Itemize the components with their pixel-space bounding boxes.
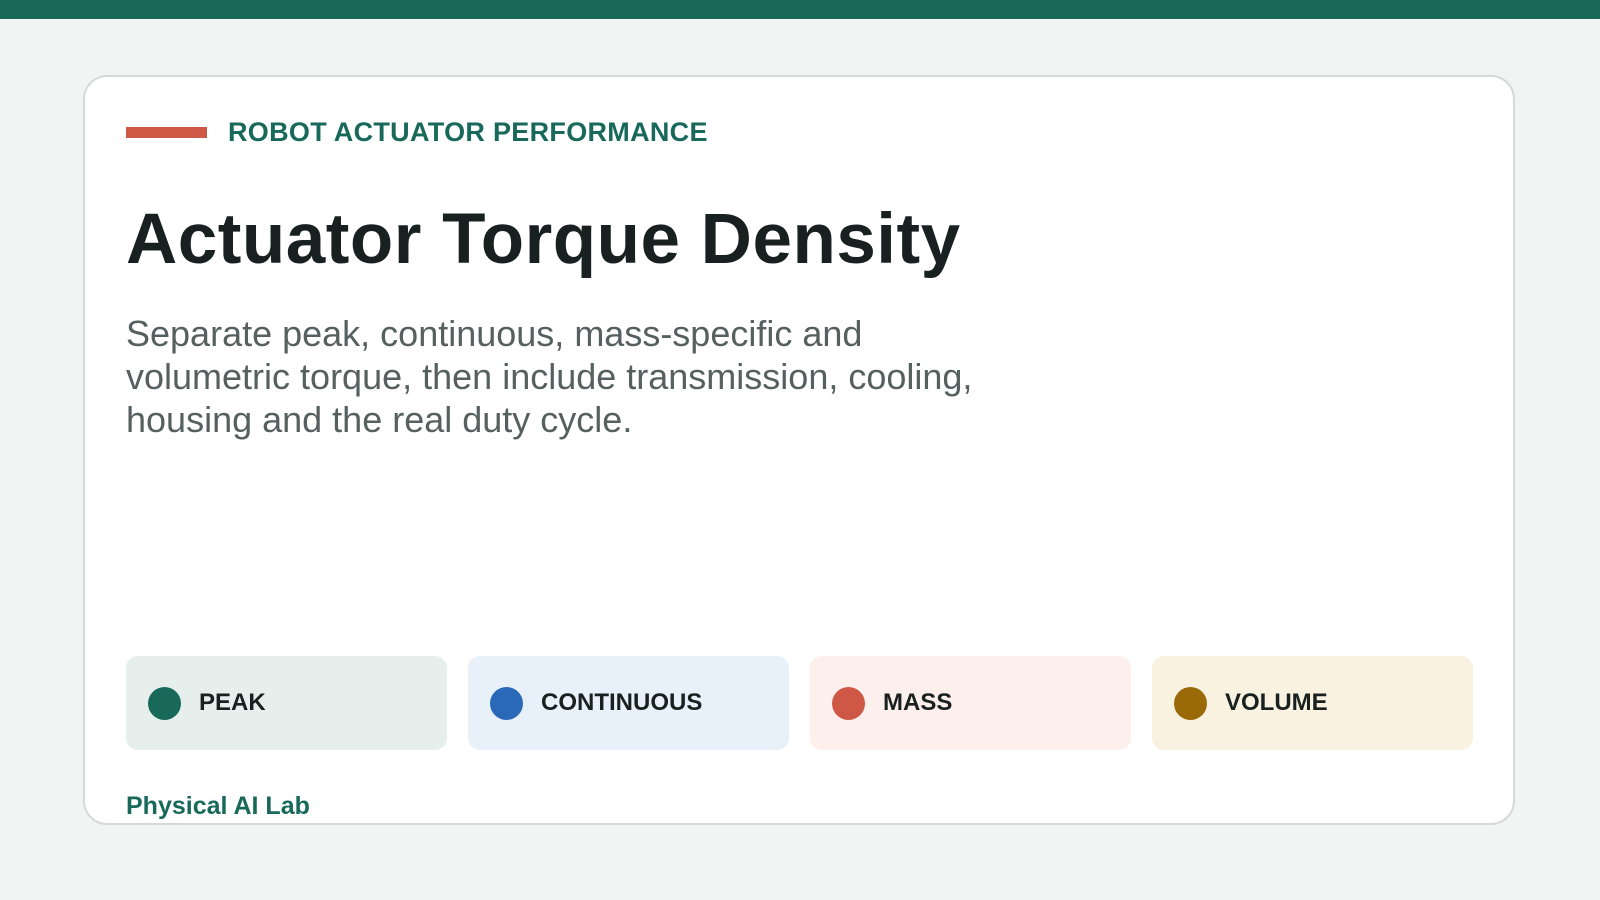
eyebrow: ROBOT ACTUATOR PERFORMANCE: [126, 117, 708, 148]
top-accent-bar: [0, 0, 1600, 19]
pill-volume: VOLUME: [1152, 656, 1473, 750]
pill-mass: MASS: [810, 656, 1131, 750]
pill-peak: PEAK: [126, 656, 447, 750]
pill-label: PEAK: [199, 689, 266, 716]
volume-dot-icon: [1174, 686, 1207, 720]
pill-continuous: CONTINUOUS: [468, 656, 789, 750]
eyebrow-rule: [126, 127, 207, 138]
footer-brand: Physical AI Lab: [126, 792, 310, 820]
category-pills: PEAK CONTINUOUS MASS VOLUME: [126, 656, 1473, 750]
mass-dot-icon: [832, 686, 865, 720]
content-card: ROBOT ACTUATOR PERFORMANCE Actuator Torq…: [83, 75, 1515, 825]
pill-label: VOLUME: [1225, 689, 1328, 716]
pill-label: MASS: [883, 689, 953, 716]
eyebrow-label: ROBOT ACTUATOR PERFORMANCE: [228, 117, 708, 147]
pill-label: CONTINUOUS: [541, 689, 703, 716]
peak-dot-icon: [148, 686, 181, 720]
page-subtitle: Separate peak, continuous, mass-specific…: [126, 313, 973, 440]
page-title: Actuator Torque Density: [126, 200, 961, 279]
continuous-dot-icon: [490, 686, 523, 720]
